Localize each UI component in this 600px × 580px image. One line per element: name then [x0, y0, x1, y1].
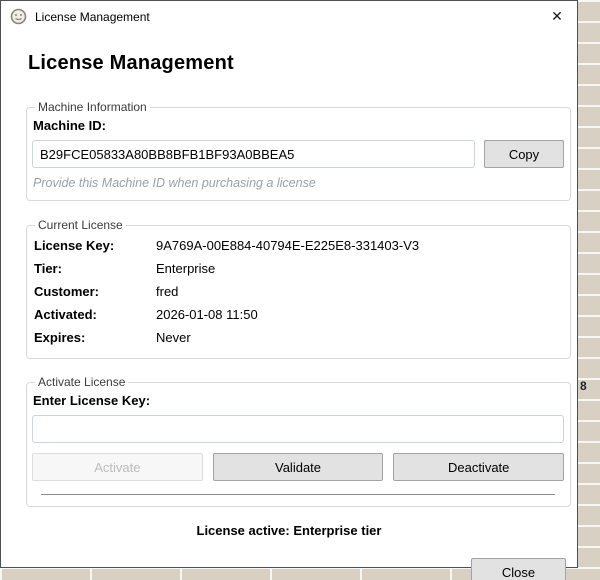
current-license-legend: Current License [38, 218, 123, 232]
machine-id-caption: Provide this Machine ID when purchasing … [33, 176, 316, 190]
activate-button[interactable]: Activate [32, 453, 203, 481]
tier-label: Tier: [34, 261, 62, 276]
close-icon[interactable]: ✕ [537, 1, 577, 32]
titlebar: License Management ✕ [1, 1, 577, 32]
tier-value: Enterprise [156, 261, 216, 276]
deactivate-button[interactable]: Deactivate [393, 453, 565, 481]
machine-id-input[interactable] [32, 140, 475, 168]
status-text: License active: Enterprise tier [196, 523, 382, 538]
page-title: License Management [28, 52, 234, 74]
customer-label: Customer: [34, 284, 100, 299]
activate-license-legend: Activate License [38, 375, 126, 389]
machine-information-group: Machine Information Machine ID: Copy Pro… [26, 100, 571, 201]
window-title: License Management [35, 9, 150, 24]
enter-license-key-label: Enter License Key: [33, 393, 151, 408]
license-key-label: License Key: [34, 238, 115, 253]
background-cell-value: 8 [580, 379, 587, 393]
activate-license-group: Activate License Enter License Key: Acti… [26, 375, 571, 507]
copy-button[interactable]: Copy [484, 140, 564, 168]
license-key-value: 9A769A-00E884-40794E-E225E8-331403-V3 [156, 238, 420, 253]
activated-value: 2026-01-08 11:50 [156, 307, 258, 322]
validate-button[interactable]: Validate [212, 453, 384, 481]
license-management-dialog: License Management ✕ License Management … [0, 0, 578, 580]
activated-label: Activated: [34, 307, 97, 322]
close-button[interactable]: Close [471, 558, 566, 580]
expires-label: Expires: [34, 330, 86, 345]
customer-value: fred [156, 284, 179, 299]
current-license-group: Current License License Key: 9A769A-00E8… [26, 218, 571, 359]
machine-information-legend: Machine Information [38, 100, 147, 114]
machine-id-label: Machine ID: [33, 118, 106, 133]
license-key-input[interactable] [32, 415, 564, 443]
expires-value: Never [156, 330, 191, 345]
app-icon [10, 8, 27, 25]
separator-line [41, 494, 555, 495]
